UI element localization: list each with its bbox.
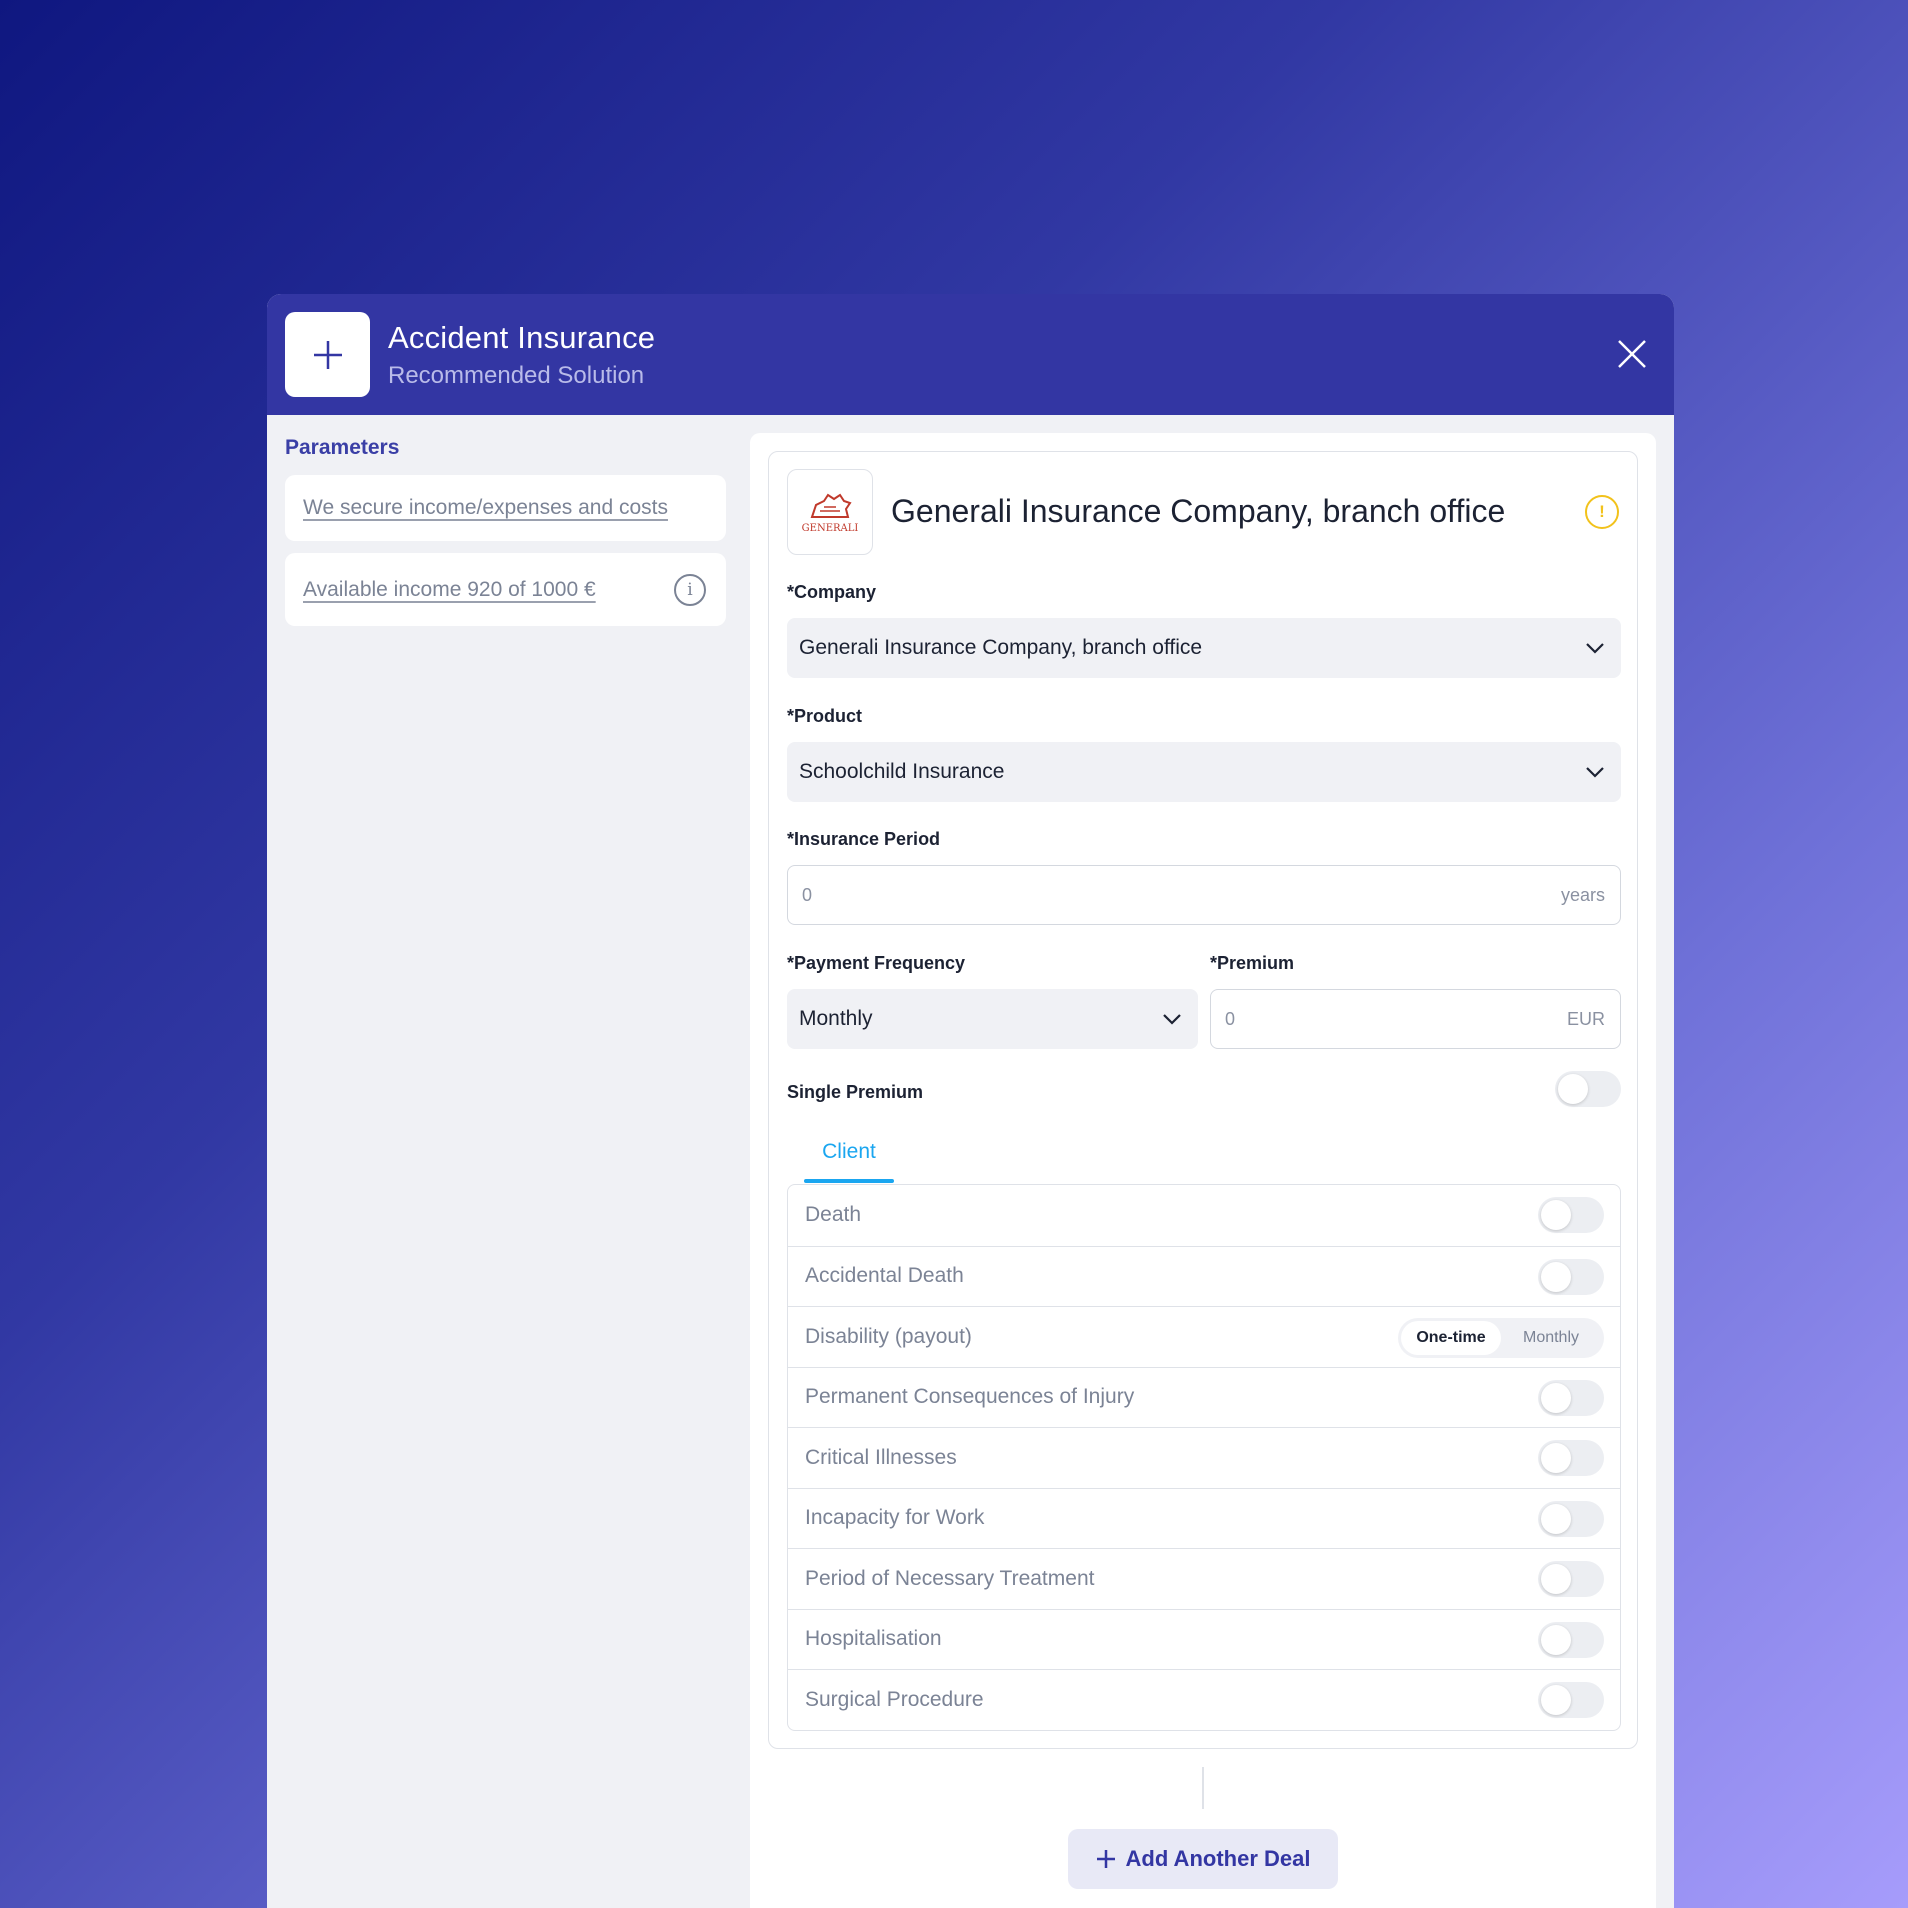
premium-label: *Premium (1210, 953, 1295, 973)
insurance-period-label: *Insurance Period (787, 829, 941, 849)
coverage-list: Death Accidental Death Disability (payou… (787, 1184, 1621, 1731)
coverage-row-accidental-death: Accidental Death (788, 1245, 1620, 1307)
toggle-knob (1558, 1074, 1588, 1104)
coverage-label: Critical Illnesses (805, 1445, 957, 1469)
plus-icon (1096, 1850, 1115, 1868)
coverage-toggle-surgical-procedure[interactable] (1538, 1682, 1604, 1718)
modal-header: Accident Insurance Recommended Solution (267, 294, 1674, 415)
insurance-period-input[interactable]: 0 years (787, 865, 1621, 925)
toggle-knob (1541, 1200, 1571, 1230)
toggle-knob (1541, 1685, 1571, 1715)
coverage-toggle-hospitalisation[interactable] (1538, 1621, 1604, 1658)
warning-icon[interactable]: ! (1585, 495, 1619, 529)
single-premium-toggle[interactable] (1555, 1071, 1621, 1107)
header-plus-button[interactable] (285, 312, 370, 397)
insurance-period-unit: years (1560, 884, 1605, 905)
company-value: Generali Insurance Company, branch offic… (799, 636, 1203, 659)
coverage-row-death: Death (788, 1185, 1620, 1246)
payment-frequency-select[interactable]: Monthly (787, 989, 1198, 1049)
logo-wordmark: GENERALI (801, 522, 859, 534)
segment-one-time[interactable]: One-time (1401, 1321, 1501, 1355)
payment-frequency-label: *Payment Frequency (787, 953, 966, 973)
coverage-row-incapacity-for-work: Incapacity for Work (788, 1487, 1620, 1549)
plus-icon (313, 340, 342, 369)
company-label: *Company (787, 582, 877, 602)
toggle-knob (1541, 1382, 1571, 1413)
coverage-label: Surgical Procedure (805, 1687, 984, 1711)
coverage-label: Disability (payout) (805, 1324, 972, 1348)
coverage-row-hospitalisation: Hospitalisation (788, 1608, 1620, 1670)
coverage-label: Period of Necessary Treatment (805, 1566, 1095, 1590)
coverage-label: Accidental Death (805, 1264, 964, 1288)
coverage-row-critical-illnesses: Critical Illnesses (788, 1427, 1620, 1488)
close-icon (1618, 340, 1646, 368)
coverage-toggle-death[interactable] (1538, 1197, 1604, 1233)
tab-client-indicator (804, 1179, 894, 1183)
product-label: *Product (787, 706, 863, 726)
coverage-row-necessary-treatment: Period of Necessary Treatment (788, 1548, 1620, 1609)
coverage-toggle-necessary-treatment[interactable] (1538, 1561, 1604, 1597)
product-select[interactable]: Schoolchild Insurance (787, 742, 1621, 802)
insurance-period-value: 0 (802, 884, 813, 905)
modal-title: Accident Insurance (388, 320, 656, 355)
coverage-toggle-permanent-consequences[interactable] (1538, 1379, 1604, 1416)
modal-subtitle: Recommended Solution (388, 362, 645, 389)
close-button[interactable] (1614, 336, 1650, 372)
coverage-row-surgical-procedure: Surgical Procedure (788, 1669, 1620, 1730)
coverage-toggle-incapacity-for-work[interactable] (1538, 1500, 1604, 1537)
add-another-deal-button[interactable]: Add Another Deal (1068, 1829, 1338, 1889)
premium-input[interactable]: 0 EUR (1210, 989, 1621, 1049)
generali-logo: GENERALI (787, 469, 873, 555)
add-another-deal-label: Add Another Deal (1125, 1846, 1311, 1871)
coverage-row-permanent-consequences: Permanent Consequences of Injury (788, 1366, 1620, 1428)
coverage-label: Permanent Consequences of Injury (805, 1385, 1135, 1409)
coverage-label: Hospitalisation (805, 1627, 942, 1651)
toggle-knob (1541, 1503, 1571, 1534)
info-icon[interactable]: i (674, 573, 706, 606)
payment-frequency-value: Monthly (799, 1007, 873, 1030)
coverage-label: Death (805, 1203, 862, 1227)
parameters-title: Parameters (285, 436, 400, 459)
connector-line (1202, 1767, 1204, 1809)
coverage-toggle-critical-illnesses[interactable] (1538, 1440, 1604, 1476)
parameter-available-income[interactable]: Available income 920 of 1000 € i (285, 553, 726, 626)
parameter-income-expenses[interactable]: We secure income/expenses and costs (285, 475, 726, 541)
deal-title: Generali Insurance Company, branch offic… (891, 493, 1506, 529)
chevron-down-icon (1586, 767, 1604, 778)
deal-card: GENERALI Generali Insurance Company, bra… (768, 451, 1638, 1749)
toggle-knob (1541, 1261, 1571, 1292)
deals-panel: GENERALI Generali Insurance Company, bra… (750, 433, 1656, 1908)
lion-icon (810, 493, 852, 518)
deal-modal: Accident Insurance Recommended Solution … (267, 294, 1674, 1908)
toggle-knob (1541, 1624, 1571, 1655)
toggle-knob (1541, 1564, 1571, 1594)
parameter-label[interactable]: We secure income/expenses and costs (303, 496, 668, 520)
disability-payout-segmented: One-time Monthly (1398, 1318, 1604, 1358)
coverage-label: Incapacity for Work (805, 1506, 985, 1530)
chevron-down-icon (1586, 643, 1604, 654)
product-value: Schoolchild Insurance (799, 760, 1005, 783)
premium-unit: EUR (1566, 1008, 1605, 1029)
toggle-knob (1541, 1443, 1571, 1473)
coverage-toggle-accidental-death[interactable] (1538, 1258, 1604, 1295)
single-premium-label: Single Premium (787, 1082, 924, 1102)
segment-monthly[interactable]: Monthly (1501, 1321, 1601, 1355)
parameter-label[interactable]: Available income 920 of 1000 € (303, 578, 596, 602)
company-select[interactable]: Generali Insurance Company, branch offic… (787, 618, 1621, 678)
coverage-row-disability: Disability (payout) One-time Monthly (788, 1306, 1620, 1367)
chevron-down-icon (1163, 1014, 1181, 1025)
premium-value: 0 (1225, 1008, 1236, 1029)
